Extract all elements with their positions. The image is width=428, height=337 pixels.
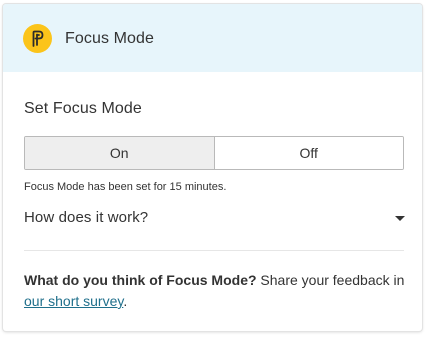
feedback-text: What do you think of Focus Mode? Share y… — [24, 270, 409, 312]
caret-down-icon[interactable] — [395, 216, 405, 221]
focus-mode-toggle: On Off — [24, 136, 404, 170]
feedback-prompt: Share your feedback in — [256, 272, 405, 288]
divider — [24, 250, 404, 251]
toggle-on-button[interactable]: On — [25, 137, 215, 169]
focus-mode-panel: Focus Mode Set Focus Mode On Off Focus M… — [3, 4, 422, 331]
focus-mode-logo-icon — [23, 24, 52, 53]
how-it-works-expander[interactable]: How does it work? — [24, 205, 405, 229]
toggle-off-button[interactable]: Off — [214, 137, 403, 169]
status-text: Focus Mode has been set for 15 minutes. — [24, 181, 227, 193]
panel-title: Focus Mode — [65, 30, 155, 47]
section-title: Set Focus Mode — [24, 100, 142, 117]
feedback-question: What do you think of Focus Mode? — [24, 272, 257, 288]
feedback-end: . — [123, 293, 128, 309]
how-it-works-label: How does it work? — [24, 209, 149, 226]
survey-link[interactable]: our short survey — [24, 293, 123, 309]
panel-header: Focus Mode — [3, 4, 422, 72]
